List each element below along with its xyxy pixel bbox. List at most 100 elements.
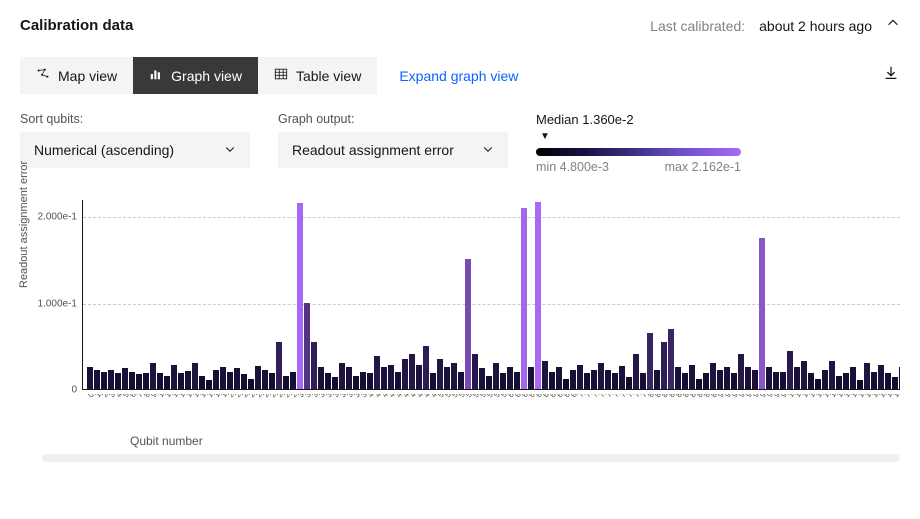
- chart-bar: [605, 370, 611, 389]
- chart-bar: [325, 373, 331, 389]
- tab-map-view[interactable]: Map view: [20, 57, 133, 94]
- chart-bar: [871, 372, 877, 389]
- graph-icon: [149, 67, 163, 84]
- chart-bar: [115, 373, 121, 389]
- chart-bar: [283, 376, 289, 389]
- chart-bar: [703, 373, 709, 389]
- chart-bar: [332, 377, 338, 389]
- chart-bar: [304, 303, 310, 389]
- collapse-icon[interactable]: [886, 16, 900, 35]
- header-row: Calibration data Last calibrated: about …: [20, 12, 900, 45]
- ytick-label: 1.000e-1: [29, 298, 77, 309]
- chart-bar: [171, 365, 177, 389]
- output-control: Graph output: Readout assignment error: [278, 112, 508, 168]
- chart-bar: [451, 363, 457, 389]
- chart-bar: [563, 379, 569, 389]
- chart-bar: [836, 376, 842, 389]
- chart-bar: [290, 372, 296, 389]
- chart-bar: [514, 372, 520, 389]
- tab-table-view[interactable]: Table view: [258, 57, 377, 94]
- tab-table-label: Table view: [296, 68, 361, 84]
- chart-bar: [220, 367, 226, 389]
- chart-bar: [759, 238, 765, 389]
- chart-bar: [899, 367, 900, 389]
- toolbar-row: Map view Graph view Table view Expand gr…: [20, 45, 900, 102]
- chart-bar: [101, 372, 107, 389]
- chart-bar: [577, 365, 583, 389]
- chart-ylabel: Readout assignment error: [18, 161, 30, 288]
- chart-bar: [878, 365, 884, 389]
- chart-bar: [150, 363, 156, 389]
- controls-row: Sort qubits: Numerical (ascending) Graph…: [20, 102, 900, 174]
- chart-bar: [185, 371, 191, 389]
- color-legend: Median 1.360e-2 ▼ min 4.800e-3 max 2.162…: [536, 112, 741, 174]
- chart-bar: [122, 368, 128, 389]
- chart-bar: [731, 373, 737, 389]
- chart-bar: [528, 367, 534, 389]
- chart-bar: [843, 373, 849, 389]
- chevron-down-icon: [224, 142, 236, 158]
- chart-bar: [276, 342, 282, 390]
- chart-bar: [339, 363, 345, 389]
- ytick-label: 0: [29, 385, 77, 396]
- chart-bar: [815, 379, 821, 389]
- chart-xticks: 0123456789101112131415161718192021222324…: [86, 394, 900, 428]
- chart-bar: [591, 370, 597, 389]
- chart-bar: [675, 367, 681, 389]
- chart-bar: [346, 367, 352, 389]
- chart-bar: [311, 342, 317, 390]
- chart-bar: [745, 367, 751, 389]
- map-icon: [36, 67, 50, 84]
- chart-bar: [213, 370, 219, 389]
- legend-max: max 2.162e-1: [665, 160, 741, 174]
- tab-graph-view[interactable]: Graph view: [133, 57, 258, 94]
- chart-bar: [297, 203, 303, 389]
- chart-bar: [206, 380, 212, 389]
- output-select-value: Readout assignment error: [292, 142, 454, 158]
- chart-bar: [542, 361, 548, 389]
- chart-bar: [486, 376, 492, 389]
- chart-bar: [584, 373, 590, 389]
- download-icon[interactable]: [882, 64, 900, 87]
- chart-bar: [507, 367, 513, 389]
- ytick-label: 2.000e-1: [29, 212, 77, 223]
- last-calibrated-value: about 2 hours ago: [759, 18, 872, 34]
- chart-bar: [535, 202, 541, 389]
- chart-bar: [367, 373, 373, 389]
- chart-bar: [626, 377, 632, 389]
- chevron-down-icon: [482, 142, 494, 158]
- last-calibrated-label: Last calibrated:: [650, 18, 745, 34]
- chart-bar: [479, 368, 485, 389]
- sort-select[interactable]: Numerical (ascending): [20, 132, 250, 168]
- output-select[interactable]: Readout assignment error: [278, 132, 508, 168]
- chart-bar: [521, 208, 527, 389]
- chart-bar: [94, 370, 100, 389]
- chart-bar: [388, 365, 394, 389]
- chart-scrollbar[interactable]: [42, 454, 900, 462]
- chart-bar: [773, 372, 779, 389]
- chart-bar: [143, 373, 149, 389]
- table-icon: [274, 67, 288, 84]
- chart-bar: [661, 342, 667, 390]
- chart-bar: [689, 365, 695, 389]
- chart: Readout assignment error 01.000e-12.000e…: [20, 198, 900, 448]
- last-calibrated: Last calibrated: about 2 hours ago: [650, 16, 900, 35]
- chart-bar: [192, 363, 198, 389]
- page-title: Calibration data: [20, 17, 133, 34]
- expand-graph-link[interactable]: Expand graph view: [399, 68, 518, 84]
- chart-bar: [458, 372, 464, 389]
- chart-bar: [437, 359, 443, 389]
- chart-bar: [136, 374, 142, 389]
- chart-bar: [430, 373, 436, 389]
- chart-bar: [787, 351, 793, 389]
- chart-bar: [164, 376, 170, 389]
- chart-bar: [822, 370, 828, 389]
- chart-bar: [423, 346, 429, 389]
- chart-bars: [87, 200, 900, 389]
- chart-xlabel: Qubit number: [130, 434, 203, 448]
- chart-bar: [549, 372, 555, 389]
- chart-bar: [227, 372, 233, 389]
- chart-bar: [857, 380, 863, 389]
- chart-bar: [892, 377, 898, 389]
- sort-select-value: Numerical (ascending): [34, 142, 174, 158]
